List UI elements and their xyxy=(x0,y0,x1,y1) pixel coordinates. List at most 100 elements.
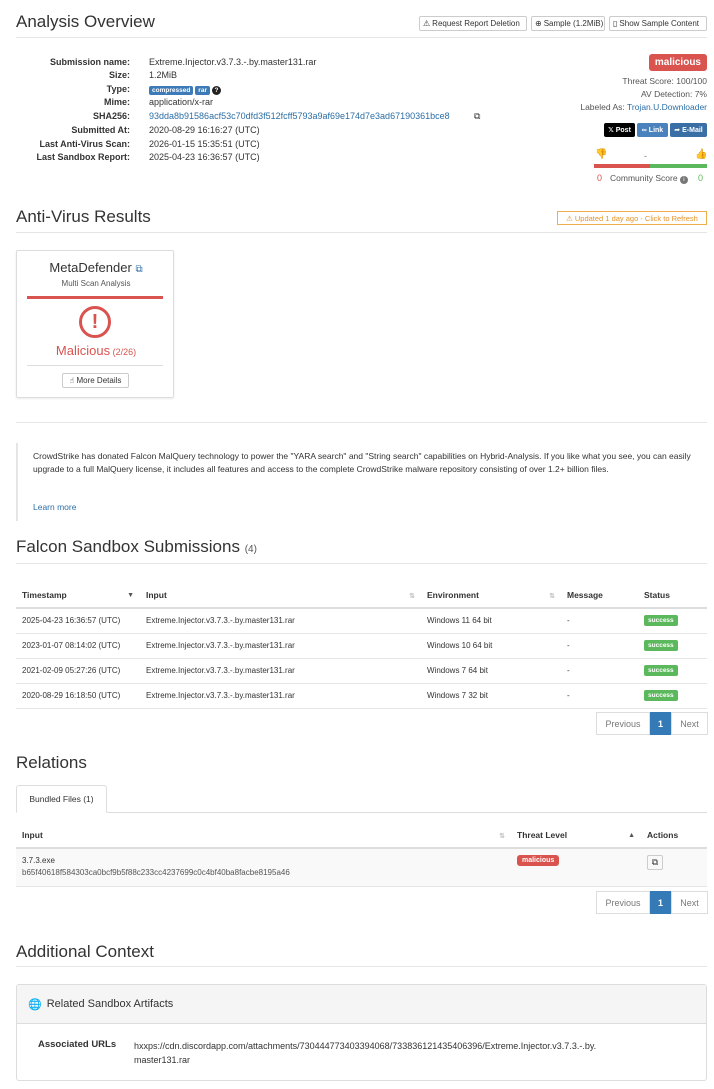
av-refresh-button[interactable]: ⚠ Updated 1 day ago - Click to Refresh xyxy=(557,211,707,225)
submissions-pagination: Previous 1 Next xyxy=(596,712,708,735)
community-minus: - xyxy=(644,151,647,161)
community-score-label: Community Score i xyxy=(610,173,688,184)
share-email-button[interactable]: ➦ E-Mail xyxy=(670,123,707,137)
show-sample-content-button[interactable]: ▯ Show Sample Content xyxy=(609,16,707,31)
table-row[interactable]: 2023-01-07 08:14:02 (UTC) Extreme.Inject… xyxy=(16,633,707,659)
table-row[interactable]: 3.7.3.exe b65f40618f584303ca0bcf9b5f88c2… xyxy=(16,848,707,887)
request-deletion-button[interactable]: ⚠ Request Report Deletion xyxy=(419,16,527,31)
pager-previous[interactable]: Previous xyxy=(596,712,650,735)
artifacts-panel: 🌐 Related Sandbox Artifacts Associated U… xyxy=(16,984,707,1081)
threat-score: Threat Score: 100/100 xyxy=(622,76,707,86)
more-details-button[interactable]: ☝ More Details xyxy=(62,373,129,388)
community-bar-good xyxy=(650,164,707,168)
page-title: Analysis Overview xyxy=(16,12,155,31)
associated-urls-label: Associated URLs xyxy=(38,1039,117,1050)
share-x-button[interactable]: 𝕏 Post xyxy=(604,123,635,137)
submissions-table: Timestamp ▼ Input ⇅ Environment ⇅ Message S… xyxy=(16,583,707,709)
sort-asc-icon: ▲ xyxy=(628,832,635,839)
hand-pointer-icon: ☝ xyxy=(69,376,75,385)
sha256-link[interactable]: 93dda8b91586acf53c70dfd3f512fcff5793a9af… xyxy=(149,111,450,121)
last-sandbox-value: 2025-04-23 16:36:57 (UTC) xyxy=(149,152,260,162)
table-row[interactable]: 2021-02-09 05:27:26 (UTC) Extreme.Inject… xyxy=(16,658,707,684)
help-icon[interactable]: ? xyxy=(211,86,221,95)
submitted-label: Submitted At: xyxy=(71,125,130,135)
verdict-badge: malicious xyxy=(648,54,707,71)
labeled-as: Labeled As: Trojan.U.Downloader xyxy=(580,102,707,112)
context-title: Additional Context xyxy=(16,942,154,961)
sort-icon: ⇅ xyxy=(549,593,555,600)
col-actions: Actions xyxy=(641,823,707,849)
warning-icon: ⚠ xyxy=(566,213,573,223)
submission-name-value: Extreme.Injector.v3.7.3.-.by.master131.r… xyxy=(149,57,317,67)
download-sample-button[interactable]: ⊕ Sample (1.2MiB) xyxy=(531,16,605,31)
file-hash: b65f40618f584303ca0bcf9b5f88c233cc423769… xyxy=(22,868,290,878)
card-subtitle: Multi Scan Analysis xyxy=(61,279,131,288)
mime-label: Mime: xyxy=(103,97,130,107)
learn-more-link[interactable]: Learn more xyxy=(33,502,76,512)
col-message: Message xyxy=(561,583,638,609)
notice-bar xyxy=(16,443,18,521)
file-name[interactable]: 3.7.3.exe xyxy=(22,855,505,867)
av-detection: AV Detection: 7% xyxy=(641,89,707,99)
pager-previous[interactable]: Previous xyxy=(596,891,650,914)
open-external-icon[interactable]: ⧉ xyxy=(647,855,663,870)
col-input[interactable]: Input ⇅ xyxy=(16,823,511,849)
info-icon[interactable]: i xyxy=(679,176,688,184)
type-tag[interactable]: compressed xyxy=(149,86,194,95)
thumbs-up-icon[interactable]: 👍 xyxy=(695,149,707,160)
table-row[interactable]: 2020-08-29 16:18:50 (UTC) Extreme.Inject… xyxy=(16,683,707,709)
sort-icon: ⇅ xyxy=(409,593,415,600)
link-icon: ∞ xyxy=(641,126,647,134)
status-badge[interactable]: success xyxy=(644,665,678,676)
alert-circle-icon: ! xyxy=(79,306,111,338)
col-input[interactable]: Input ⇅ xyxy=(140,583,421,609)
external-link-icon[interactable]: ⧉ xyxy=(135,264,142,275)
relations-pagination: Previous 1 Next xyxy=(596,891,708,914)
community-bar-bad xyxy=(594,164,650,168)
warning-icon: ⚠ xyxy=(423,19,431,28)
mime-value: application/x-rar xyxy=(149,97,214,107)
sort-desc-icon: ▼ xyxy=(127,592,134,599)
sha256-label: SHA256: xyxy=(92,111,130,121)
col-status: Status xyxy=(638,583,707,609)
notice-text: CrowdStrike has donated Falcon MalQuery … xyxy=(33,451,691,474)
globe-icon: 🌐 xyxy=(28,998,42,1011)
associated-url[interactable]: hxxps://cdn.discordapp.com/attachments/7… xyxy=(134,1039,596,1067)
threat-level-badge: malicious xyxy=(517,855,560,866)
tab-bundled-files[interactable]: Bundled Files (1) xyxy=(16,785,107,813)
type-tags: compressed rar? xyxy=(149,84,221,95)
table-row[interactable]: 2025-04-23 16:36:57 (UTC) Extreme.Inject… xyxy=(16,608,707,634)
card-verdict: Malicious (2/26) xyxy=(55,343,137,358)
sort-icon: ⇅ xyxy=(499,833,505,840)
relations-table: Input ⇅ Threat Level ▲ Actions 3.7.3.exe b… xyxy=(16,823,707,887)
status-badge[interactable]: success xyxy=(644,640,678,651)
status-badge[interactable]: success xyxy=(644,690,678,701)
pager-next[interactable]: Next xyxy=(671,712,708,735)
file-icon: ▯ xyxy=(613,19,618,28)
submission-name-label: Submission name: xyxy=(49,57,130,67)
pager-next[interactable]: Next xyxy=(671,891,708,914)
card-divider xyxy=(27,296,163,299)
download-icon: ⊕ xyxy=(535,19,542,28)
copy-icon[interactable]: ⧉ xyxy=(474,111,480,122)
panel-header: 🌐 Related Sandbox Artifacts xyxy=(17,985,706,1024)
label-link[interactable]: Trojan.U.Downloader xyxy=(627,102,707,112)
last-av-value: 2026-01-15 15:35:51 (UTC) xyxy=(149,139,260,149)
type-tag[interactable]: rar xyxy=(195,86,210,95)
size-label: Size: xyxy=(108,70,130,80)
col-environment[interactable]: Environment ⇅ xyxy=(421,583,561,609)
thumbs-down-icon[interactable]: 👎 xyxy=(595,149,607,160)
pager-page-1[interactable]: 1 xyxy=(650,891,671,914)
col-threat-level[interactable]: Threat Level ▲ xyxy=(511,823,641,849)
submitted-value: 2020-08-29 16:16:27 (UTC) xyxy=(149,125,260,135)
relations-title: Relations xyxy=(16,753,87,772)
community-down-count: 0 xyxy=(597,173,603,183)
col-timestamp[interactable]: Timestamp ▼ xyxy=(16,583,140,609)
card-divider-thin xyxy=(27,365,163,366)
type-label: Type: xyxy=(106,84,130,94)
submissions-title: Falcon Sandbox Submissions (4) xyxy=(16,537,257,556)
share-link-button[interactable]: ∞ Link xyxy=(637,123,668,137)
status-badge[interactable]: success xyxy=(644,615,678,627)
antivirus-title: Anti-Virus Results xyxy=(16,207,151,226)
pager-page-1[interactable]: 1 xyxy=(650,712,671,735)
